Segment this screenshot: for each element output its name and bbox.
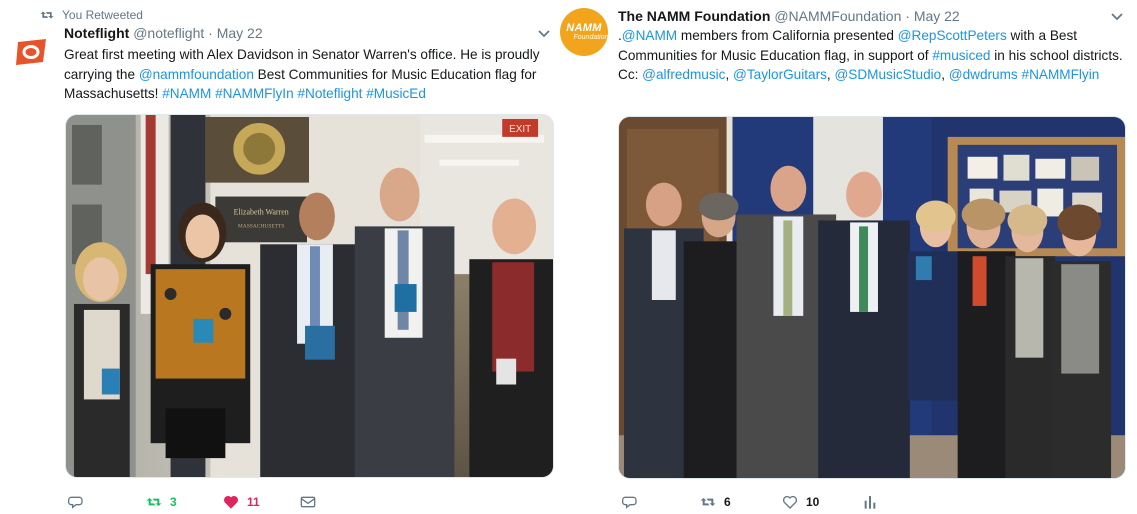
tweet-link[interactable]: @alfredmusic xyxy=(642,67,725,82)
tweet-link[interactable]: @SDMusicStudio xyxy=(834,67,941,82)
tweet-text-segment: , xyxy=(725,67,734,82)
avatar-namm-text: NAMM xyxy=(566,21,602,34)
reply-icon xyxy=(68,496,83,509)
retweet-count: 6 xyxy=(724,495,731,509)
like-count: 11 xyxy=(247,495,260,509)
retweet-notice: You Retweeted xyxy=(40,8,143,22)
retweet-button[interactable]: 6 xyxy=(700,494,731,510)
like-button[interactable]: 10 xyxy=(782,494,819,510)
tweet-link[interactable]: #NAMMFlyin xyxy=(1022,67,1100,82)
tweet-link[interactable]: @TaylorGuitars xyxy=(733,67,827,82)
namm-avatar[interactable]: NAMM Foundation xyxy=(560,8,609,56)
tweet-namm[interactable]: NAMM Foundation The NAMM Foundation @NAM… xyxy=(560,0,1137,514)
avatar-foundation-text: Foundation xyxy=(573,33,609,41)
chevron-down-icon[interactable] xyxy=(537,28,551,42)
tweet-link[interactable]: @RepScottPeters xyxy=(898,28,1007,43)
retweet-button[interactable]: 3 xyxy=(146,494,177,510)
photo-exit-sign: EXIT xyxy=(509,124,531,135)
reply-button[interactable] xyxy=(68,494,84,510)
tweet-link[interactable]: @NAMM xyxy=(622,28,677,43)
author-name[interactable]: Noteflight xyxy=(64,25,129,41)
tweet-date[interactable]: May 22 xyxy=(914,8,960,24)
tweet-photo[interactable] xyxy=(618,116,1126,479)
tweet-link[interactable]: #musiced xyxy=(932,48,990,63)
direct-message-button[interactable] xyxy=(300,494,316,510)
retweet-count: 3 xyxy=(170,495,177,509)
bar-chart-icon xyxy=(864,496,876,509)
tweet-photo[interactable]: Elizabeth Warren MASSACHUSETTS EXIT xyxy=(65,114,554,478)
photo-sign-text: Elizabeth Warren xyxy=(234,207,289,216)
heart-icon xyxy=(223,495,239,509)
noteflight-logo-icon[interactable] xyxy=(16,38,48,66)
heart-icon xyxy=(782,495,798,509)
author-handle[interactable]: @NAMMFoundation xyxy=(774,8,901,24)
retweet-icon xyxy=(700,498,716,506)
author-handle[interactable]: @noteflight xyxy=(133,25,204,41)
tweet-link[interactable]: @nammfoundation xyxy=(139,67,254,82)
like-button[interactable]: 11 xyxy=(223,494,260,510)
tweet-date[interactable]: May 22 xyxy=(217,25,263,41)
retweet-icon xyxy=(40,11,54,19)
retweet-notice-text: You Retweeted xyxy=(62,8,143,22)
like-count: 10 xyxy=(806,495,820,509)
tweet-header: Noteflight @noteflight · May 22 xyxy=(64,25,263,41)
envelope-icon xyxy=(300,496,316,508)
analytics-button[interactable] xyxy=(862,494,878,510)
tweet-link[interactable]: #NAMM xyxy=(162,86,211,101)
tweet-link[interactable]: #NAMMFlyIn xyxy=(215,86,294,101)
chevron-down-icon[interactable] xyxy=(1110,11,1124,25)
tweet-link[interactable]: #MusicEd xyxy=(366,86,426,101)
author-name[interactable]: The NAMM Foundation xyxy=(618,8,770,24)
separator-dot: · xyxy=(905,8,910,24)
tweet-text-segment: members from California presented xyxy=(677,28,898,43)
tweet-text: .@NAMM members from California presented… xyxy=(618,26,1123,85)
tweet-link[interactable]: #Noteflight xyxy=(297,86,362,101)
reply-button[interactable] xyxy=(622,494,638,510)
separator-dot: · xyxy=(208,25,213,41)
photo-sign-subtext: MASSACHUSETTS xyxy=(238,223,285,229)
tweet-noteflight[interactable]: You Retweeted Noteflight @noteflight · M… xyxy=(0,0,565,514)
reply-icon xyxy=(622,496,637,509)
tweet-header: The NAMM Foundation @NAMMFoundation · Ma… xyxy=(618,8,960,24)
tweet-link[interactable]: @dwdrums xyxy=(949,67,1018,82)
retweet-icon xyxy=(146,498,162,506)
tweet-text: Great first meeting with Alex Davidson i… xyxy=(64,45,554,104)
tweet-text-segment: , xyxy=(941,67,949,82)
